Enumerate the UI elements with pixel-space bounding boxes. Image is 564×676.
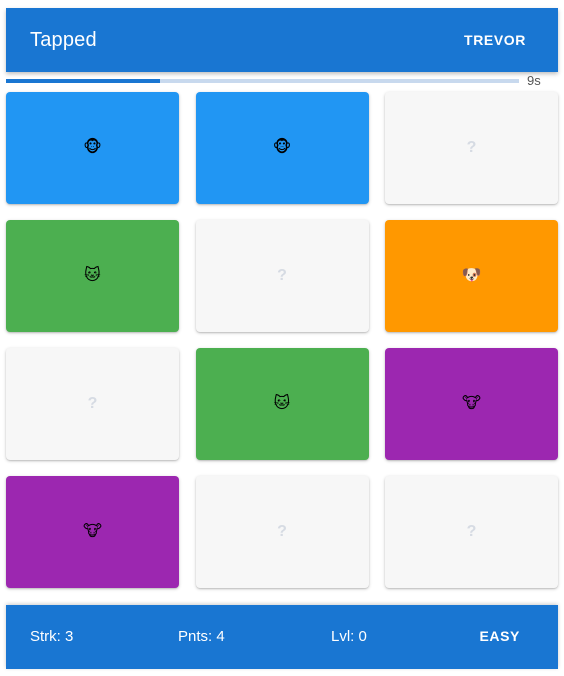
- cat-face-icon: 🐱: [273, 395, 291, 412]
- card-11[interactable]: ?: [195, 476, 369, 588]
- cat-face-icon: 🐱: [84, 267, 101, 284]
- card-5[interactable]: ?: [195, 220, 369, 332]
- timer-remaining: 9s: [527, 73, 541, 88]
- timer: 9s: [6, 73, 558, 88]
- card-grid: 🐵 🐵? 🐱? 🐶? 🐱 🐮 🐮??: [6, 92, 558, 588]
- card-9[interactable]: 🐮: [385, 348, 558, 460]
- question-mark-icon: ?: [87, 395, 98, 412]
- difficulty-button[interactable]: EASY: [479, 628, 520, 644]
- dog-face-icon: 🐶: [461, 267, 482, 284]
- timer-progress-track: [6, 79, 519, 83]
- card-12[interactable]: ?: [385, 476, 558, 588]
- card-1[interactable]: 🐵: [6, 92, 179, 204]
- app-title: Tapped: [30, 28, 97, 51]
- app-bar: Tapped TREVOR: [6, 8, 558, 72]
- card-10[interactable]: 🐮: [6, 476, 179, 588]
- card-2[interactable]: 🐵: [195, 92, 369, 204]
- user-button[interactable]: TREVOR: [464, 32, 526, 48]
- status-bar: Strk: 3 Pnts: 4 Lvl: 0 EASY: [6, 605, 558, 669]
- monkey-face-icon: 🐵: [83, 139, 102, 156]
- card-7[interactable]: ?: [6, 348, 179, 460]
- card-3[interactable]: ?: [385, 92, 558, 204]
- timer-progress-fill: [6, 79, 160, 83]
- question-mark-icon: ?: [466, 139, 477, 156]
- question-mark-icon: ?: [466, 523, 477, 540]
- streak-count: Strk: 3: [30, 628, 74, 645]
- question-mark-icon: ?: [277, 267, 287, 284]
- question-mark-icon: ?: [277, 523, 287, 540]
- level-indicator: Lvl: 0: [331, 628, 367, 645]
- card-4[interactable]: 🐱: [6, 220, 179, 332]
- card-8[interactable]: 🐱: [195, 348, 369, 460]
- points-count: Pnts: 4: [178, 628, 225, 645]
- monkey-face-icon: 🐵: [272, 139, 292, 156]
- cow-face-icon: 🐮: [83, 523, 102, 540]
- cow-face-icon: 🐮: [462, 395, 481, 412]
- card-6[interactable]: 🐶: [385, 220, 558, 332]
